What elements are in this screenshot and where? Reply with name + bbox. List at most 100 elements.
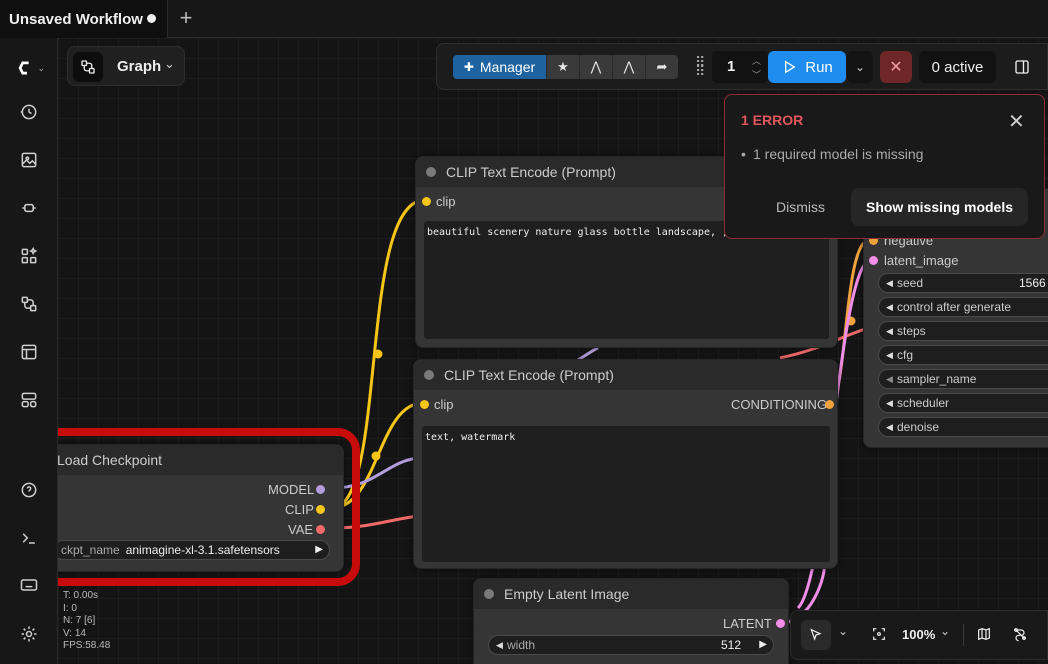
input-clip-label: clip bbox=[434, 397, 454, 412]
templates-icon[interactable] bbox=[17, 340, 41, 364]
add-tab-icon[interactable]: + bbox=[176, 7, 196, 29]
output-conditioning-slot[interactable] bbox=[825, 400, 834, 409]
tab-title: Unsaved Workflow bbox=[9, 10, 143, 28]
show-missing-models-button[interactable]: Show missing models bbox=[851, 188, 1028, 226]
stat-i: I: 0 bbox=[63, 602, 77, 614]
queue-count-value: 1 bbox=[727, 58, 736, 75]
steps-widget[interactable]: ◀ steps bbox=[878, 321, 1048, 341]
node-collapse-dot-icon[interactable] bbox=[424, 370, 434, 380]
node-library-icon[interactable] bbox=[17, 244, 41, 268]
decrement-arrow-icon[interactable]: ◀ bbox=[886, 326, 893, 337]
node-title: CLIP Text Encode (Prompt) bbox=[444, 367, 614, 383]
width-widget[interactable]: ◀ width 512 ▶ bbox=[488, 635, 774, 655]
run-label: Run bbox=[805, 58, 833, 76]
sampler-name-widget[interactable]: ◀ sampler_name bbox=[878, 369, 1048, 389]
node-clip-text-encode-negative[interactable]: CLIP Text Encode (Prompt) clip CONDITION… bbox=[413, 359, 838, 569]
output-latent-slot[interactable] bbox=[776, 619, 785, 628]
prompt-textarea[interactable]: text, watermark bbox=[422, 426, 830, 562]
increment-arrow-icon[interactable]: ▶ bbox=[759, 639, 767, 650]
dismiss-button[interactable]: Dismiss bbox=[776, 199, 825, 215]
help-icon[interactable] bbox=[17, 478, 41, 502]
error-title: 1 ERROR bbox=[741, 112, 804, 128]
widget-label: ckpt_name bbox=[61, 543, 120, 557]
decrement-arrow-icon[interactable]: ◀ bbox=[886, 422, 893, 433]
output-vae-slot[interactable] bbox=[316, 525, 325, 534]
model-library-icon[interactable] bbox=[17, 196, 41, 220]
node-title: Empty Latent Image bbox=[504, 586, 630, 602]
comfy-logo-icon[interactable]: ⌄ bbox=[15, 56, 45, 80]
decrement-arrow-icon[interactable]: ◀ bbox=[886, 350, 893, 361]
widget-label: cfg bbox=[897, 348, 914, 362]
graph-selector[interactable]: Graph ⌄ bbox=[67, 46, 185, 86]
decrement-arrow-icon[interactable]: ◀ bbox=[886, 374, 893, 385]
chevron-up-icon[interactable]: ︿ bbox=[752, 54, 761, 67]
select-cursor-icon[interactable] bbox=[801, 620, 831, 650]
node-install-icon[interactable]: ⋀ bbox=[612, 55, 645, 79]
decrement-arrow-icon[interactable]: ◀ bbox=[886, 278, 893, 289]
output-clip-label: CLIP bbox=[285, 502, 314, 517]
zoom-level[interactable]: 100% bbox=[902, 627, 935, 642]
play-icon bbox=[785, 60, 796, 74]
divider bbox=[963, 624, 964, 646]
node-collapse-dot-icon[interactable] bbox=[426, 167, 436, 177]
output-clip-slot[interactable] bbox=[316, 505, 325, 514]
run-options-chevron-icon[interactable]: ⌄ bbox=[847, 51, 873, 83]
close-icon[interactable]: ✕ bbox=[1008, 109, 1025, 134]
run-button[interactable]: Run bbox=[768, 51, 846, 83]
node-header[interactable]: Load Checkpoint bbox=[58, 445, 343, 475]
combo-arrow-right-icon[interactable]: ▶ bbox=[315, 544, 323, 555]
drag-handle-icon[interactable]: ⠿ ⠿ bbox=[695, 55, 705, 78]
node-empty-latent-image[interactable]: Empty Latent Image LATENT ◀ width 512 ▶ bbox=[473, 578, 789, 664]
seed-widget[interactable]: ◀ seed 1566 bbox=[878, 273, 1048, 293]
toggle-panel-icon[interactable] bbox=[1007, 51, 1037, 83]
node-load-checkpoint[interactable]: Load Checkpoint MODEL CLIP VAE ckpt_name… bbox=[58, 444, 344, 572]
unsaved-dot-icon bbox=[147, 14, 156, 23]
model-download-icon[interactable]: ⋀ bbox=[579, 55, 612, 79]
hide-links-icon[interactable] bbox=[1012, 626, 1028, 647]
manager-button[interactable]: ✚ Manager bbox=[453, 55, 546, 79]
cfg-widget[interactable]: ◀ cfg bbox=[878, 345, 1048, 365]
perf-stats: T: 0.00s I: 0 N: 7 [6] V: 14 FPS:58.48 bbox=[63, 590, 110, 653]
wire-clip-top-midpoint bbox=[373, 349, 383, 359]
input-clip-slot[interactable] bbox=[422, 197, 431, 206]
tab-unsaved-workflow[interactable]: Unsaved Workflow bbox=[0, 0, 168, 38]
cancel-run-button[interactable]: ✕ bbox=[880, 51, 912, 83]
denoise-widget[interactable]: ◀ denoise bbox=[878, 417, 1048, 437]
output-vae-label: VAE bbox=[288, 522, 314, 537]
minimap-icon[interactable] bbox=[976, 626, 992, 647]
node-header[interactable]: CLIP Text Encode (Prompt) bbox=[414, 360, 837, 390]
node-title: Load Checkpoint bbox=[58, 452, 163, 468]
input-clip-slot[interactable] bbox=[420, 400, 429, 409]
history-icon[interactable] bbox=[17, 100, 41, 124]
node-collapse-dot-icon[interactable] bbox=[484, 589, 494, 599]
input-latent-slot[interactable] bbox=[869, 256, 878, 265]
decrement-arrow-icon[interactable]: ◀ bbox=[886, 302, 893, 313]
widget-label: denoise bbox=[897, 420, 940, 434]
widget-label: sampler_name bbox=[897, 372, 977, 386]
workflows-icon[interactable] bbox=[17, 292, 41, 316]
star-icon[interactable]: ★ bbox=[546, 55, 579, 79]
ckpt-name-combo[interactable]: ckpt_name animagine-xl-3.1.safetensors ▶ bbox=[58, 540, 330, 560]
close-icon: ✕ bbox=[889, 59, 903, 76]
node-header[interactable]: Empty Latent Image bbox=[474, 579, 788, 609]
chevron-down-icon[interactable]: ⌄ bbox=[940, 624, 950, 638]
scheduler-widget[interactable]: ◀ scheduler bbox=[878, 393, 1048, 413]
terminal-icon[interactable] bbox=[17, 526, 41, 550]
fit-view-icon[interactable] bbox=[871, 626, 887, 647]
settings-gear-icon[interactable] bbox=[17, 622, 41, 646]
queue-count-input[interactable]: 1 ︿ ﹀ bbox=[712, 51, 768, 83]
share-icon[interactable]: ➦ bbox=[645, 55, 678, 79]
bullet-icon: • bbox=[741, 146, 746, 162]
output-conditioning-label: CONDITIONING bbox=[731, 397, 828, 412]
decrement-arrow-icon[interactable]: ◀ bbox=[496, 640, 503, 651]
output-model-slot[interactable] bbox=[316, 485, 325, 494]
apps-icon[interactable] bbox=[17, 388, 41, 412]
chevron-down-icon[interactable]: ﹀ bbox=[752, 68, 761, 81]
chevron-down-icon: ⌄ bbox=[164, 56, 175, 71]
chevron-down-icon[interactable]: ⌄ bbox=[838, 624, 848, 638]
keyboard-icon[interactable] bbox=[17, 573, 41, 597]
control-after-generate-widget[interactable]: ◀ control after generate bbox=[878, 297, 1048, 317]
active-queue-button[interactable]: 0 active bbox=[919, 51, 996, 83]
decrement-arrow-icon[interactable]: ◀ bbox=[886, 398, 893, 409]
image-icon[interactable] bbox=[17, 148, 41, 172]
